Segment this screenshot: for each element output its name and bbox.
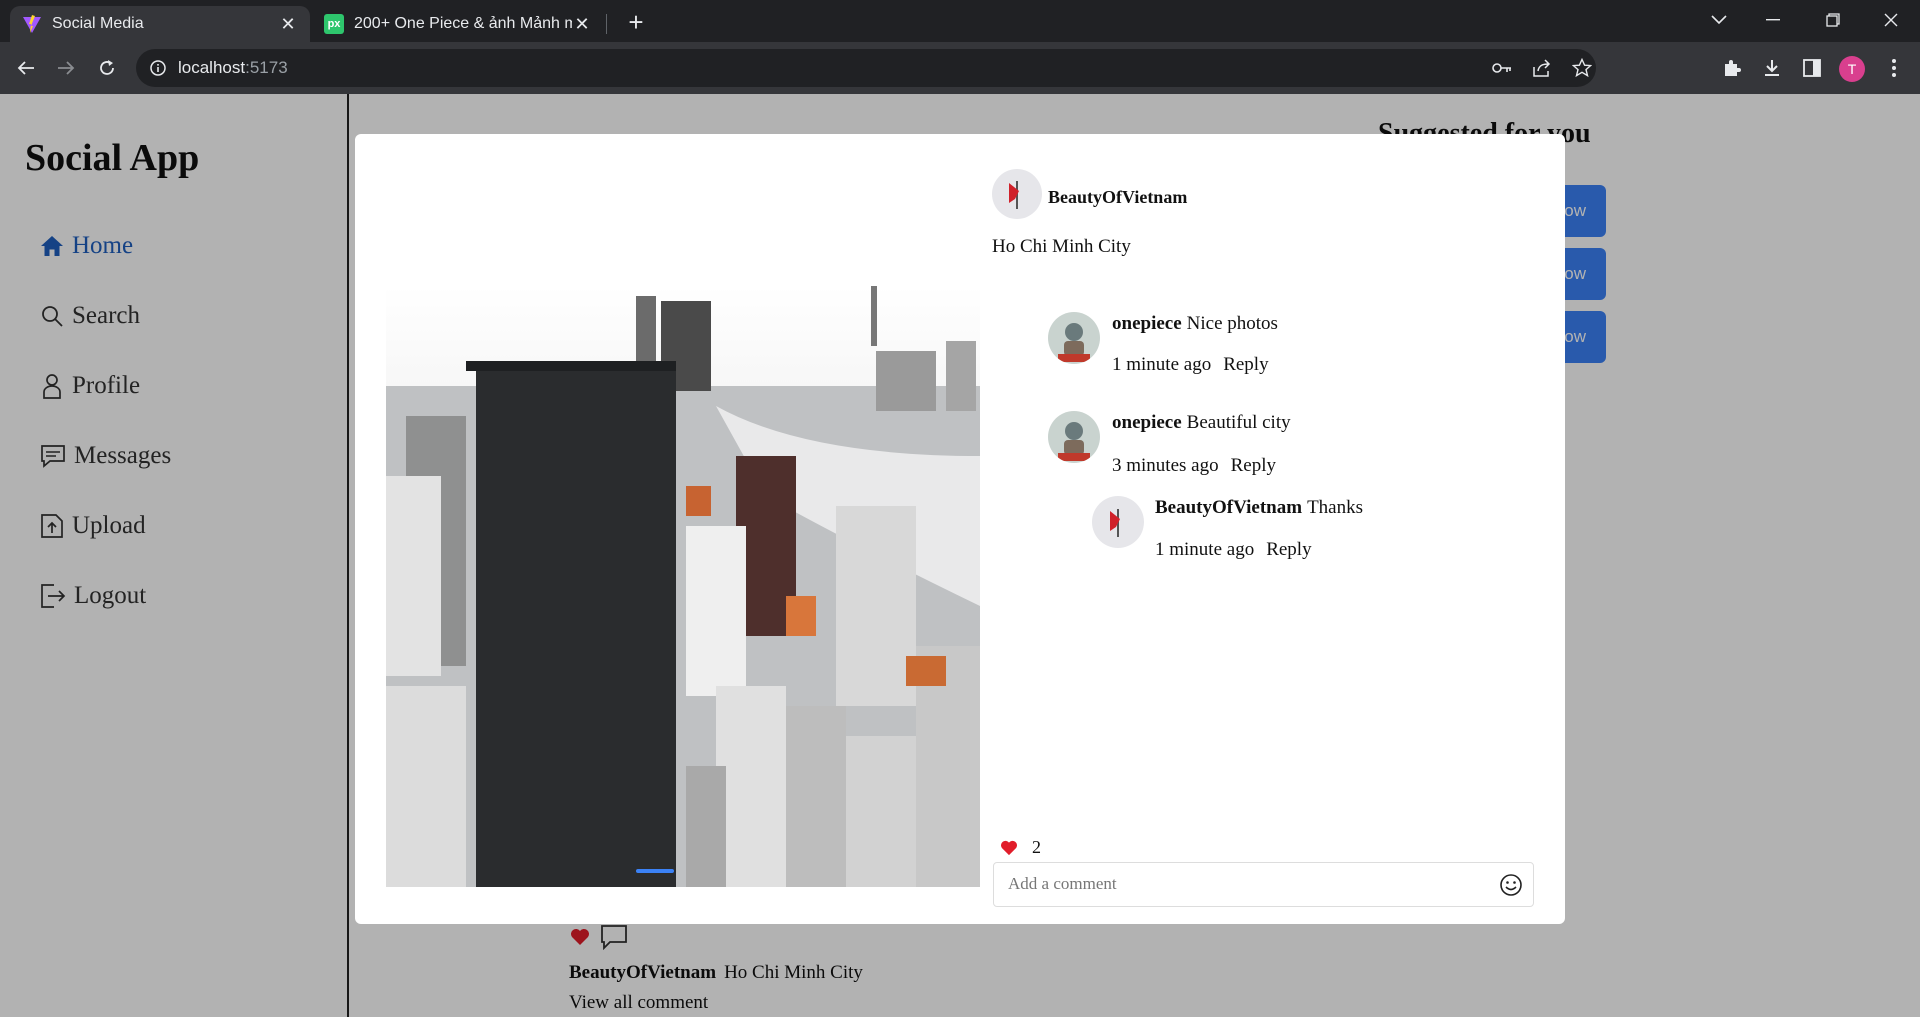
tab-title: 200+ One Piece & ảnh Mảnh miễ	[354, 15, 572, 32]
reply-meta: 1 minute ago Reply	[1155, 539, 1312, 561]
reload-icon[interactable]	[91, 52, 123, 84]
reply-button[interactable]: Reply	[1231, 455, 1276, 476]
reply-body: Thanks	[1307, 497, 1363, 518]
browser-menu-icon[interactable]	[1880, 54, 1908, 82]
password-key-icon[interactable]	[1488, 54, 1516, 82]
comment-meta: 1 minute ago Reply	[1112, 354, 1269, 376]
browser-address-bar: localhost:5173 T	[0, 42, 1920, 94]
flag-icon	[1110, 509, 1120, 537]
tab-search-chevron-icon[interactable]	[1696, 0, 1742, 40]
comment-text: onepiece Nice photos	[1112, 313, 1278, 335]
comment-avatar[interactable]	[1048, 411, 1100, 463]
url-text[interactable]: localhost:5173	[178, 58, 288, 78]
post-author-username[interactable]: BeautyOfVietnam	[1048, 187, 1187, 208]
carousel-indicator[interactable]	[636, 869, 674, 873]
comment-input-box	[993, 862, 1534, 907]
browser-tab-one-piece[interactable]: px 200+ One Piece & ảnh Mảnh miễ ✕	[312, 6, 604, 42]
reply-button[interactable]: Reply	[1223, 354, 1268, 375]
bookmark-star-icon[interactable]	[1568, 54, 1596, 82]
tab-close-icon[interactable]: ✕	[278, 14, 298, 34]
city-skyline-image	[386, 286, 980, 887]
user-avatar-icon	[1058, 422, 1090, 461]
tab-separator	[606, 14, 607, 34]
url-host: localhost	[178, 58, 246, 77]
user-avatar-icon	[1058, 323, 1090, 362]
forward-arrow-icon[interactable]	[50, 52, 82, 84]
reply-text: BeautyOfVietnam Thanks	[1155, 497, 1363, 519]
vite-favicon-icon	[22, 14, 42, 34]
comment-meta: 3 minutes ago Reply	[1112, 455, 1276, 477]
post-photo	[386, 286, 980, 887]
profile-avatar[interactable]: T	[1839, 56, 1865, 82]
share-icon[interactable]	[1528, 54, 1556, 82]
comment-avatar[interactable]	[1048, 312, 1100, 364]
emoji-icon[interactable]	[1499, 873, 1523, 897]
pixabay-favicon-icon: px	[324, 14, 344, 34]
back-arrow-icon[interactable]	[10, 52, 42, 84]
browser-tab-bar: Social Media ✕ px 200+ One Piece & ảnh M…	[0, 0, 1920, 42]
comment-time: 1 minute ago	[1112, 354, 1212, 375]
close-window-icon[interactable]	[1868, 0, 1914, 40]
browser-tab-social-media[interactable]: Social Media ✕	[10, 6, 310, 42]
comment-username[interactable]: onepiece	[1112, 412, 1182, 433]
heart-icon[interactable]	[1000, 840, 1018, 856]
extensions-puzzle-icon[interactable]	[1718, 54, 1746, 82]
url-port: :5173	[245, 58, 288, 77]
download-icon[interactable]	[1758, 54, 1786, 82]
reply-time: 1 minute ago	[1155, 539, 1255, 560]
tab-title: Social Media	[52, 15, 144, 32]
post-author-avatar[interactable]	[992, 169, 1042, 219]
omnibox[interactable]: localhost:5173	[136, 49, 1596, 87]
side-panel-icon[interactable]	[1798, 54, 1826, 82]
flag-icon	[1009, 181, 1019, 209]
comment-time: 3 minutes ago	[1112, 455, 1219, 476]
comment-body: Nice photos	[1186, 313, 1278, 334]
comment-input[interactable]	[1006, 873, 1490, 895]
comment-username[interactable]: onepiece	[1112, 313, 1182, 334]
comment-body: Beautiful city	[1186, 412, 1291, 433]
new-tab-icon[interactable]: +	[622, 8, 650, 36]
like-count: 2	[1032, 837, 1041, 857]
tab-close-icon[interactable]: ✕	[572, 14, 592, 34]
likes-row: 2	[1000, 837, 1041, 858]
restore-icon[interactable]	[1810, 0, 1856, 40]
reply-avatar[interactable]	[1092, 496, 1144, 548]
reply-username[interactable]: BeautyOfVietnam	[1155, 497, 1302, 518]
comment-text: onepiece Beautiful city	[1112, 412, 1291, 434]
minimize-icon[interactable]	[1750, 0, 1796, 40]
site-info-icon[interactable]	[150, 60, 166, 76]
reply-button[interactable]: Reply	[1266, 539, 1311, 560]
post-caption: Ho Chi Minh City	[992, 236, 1131, 257]
